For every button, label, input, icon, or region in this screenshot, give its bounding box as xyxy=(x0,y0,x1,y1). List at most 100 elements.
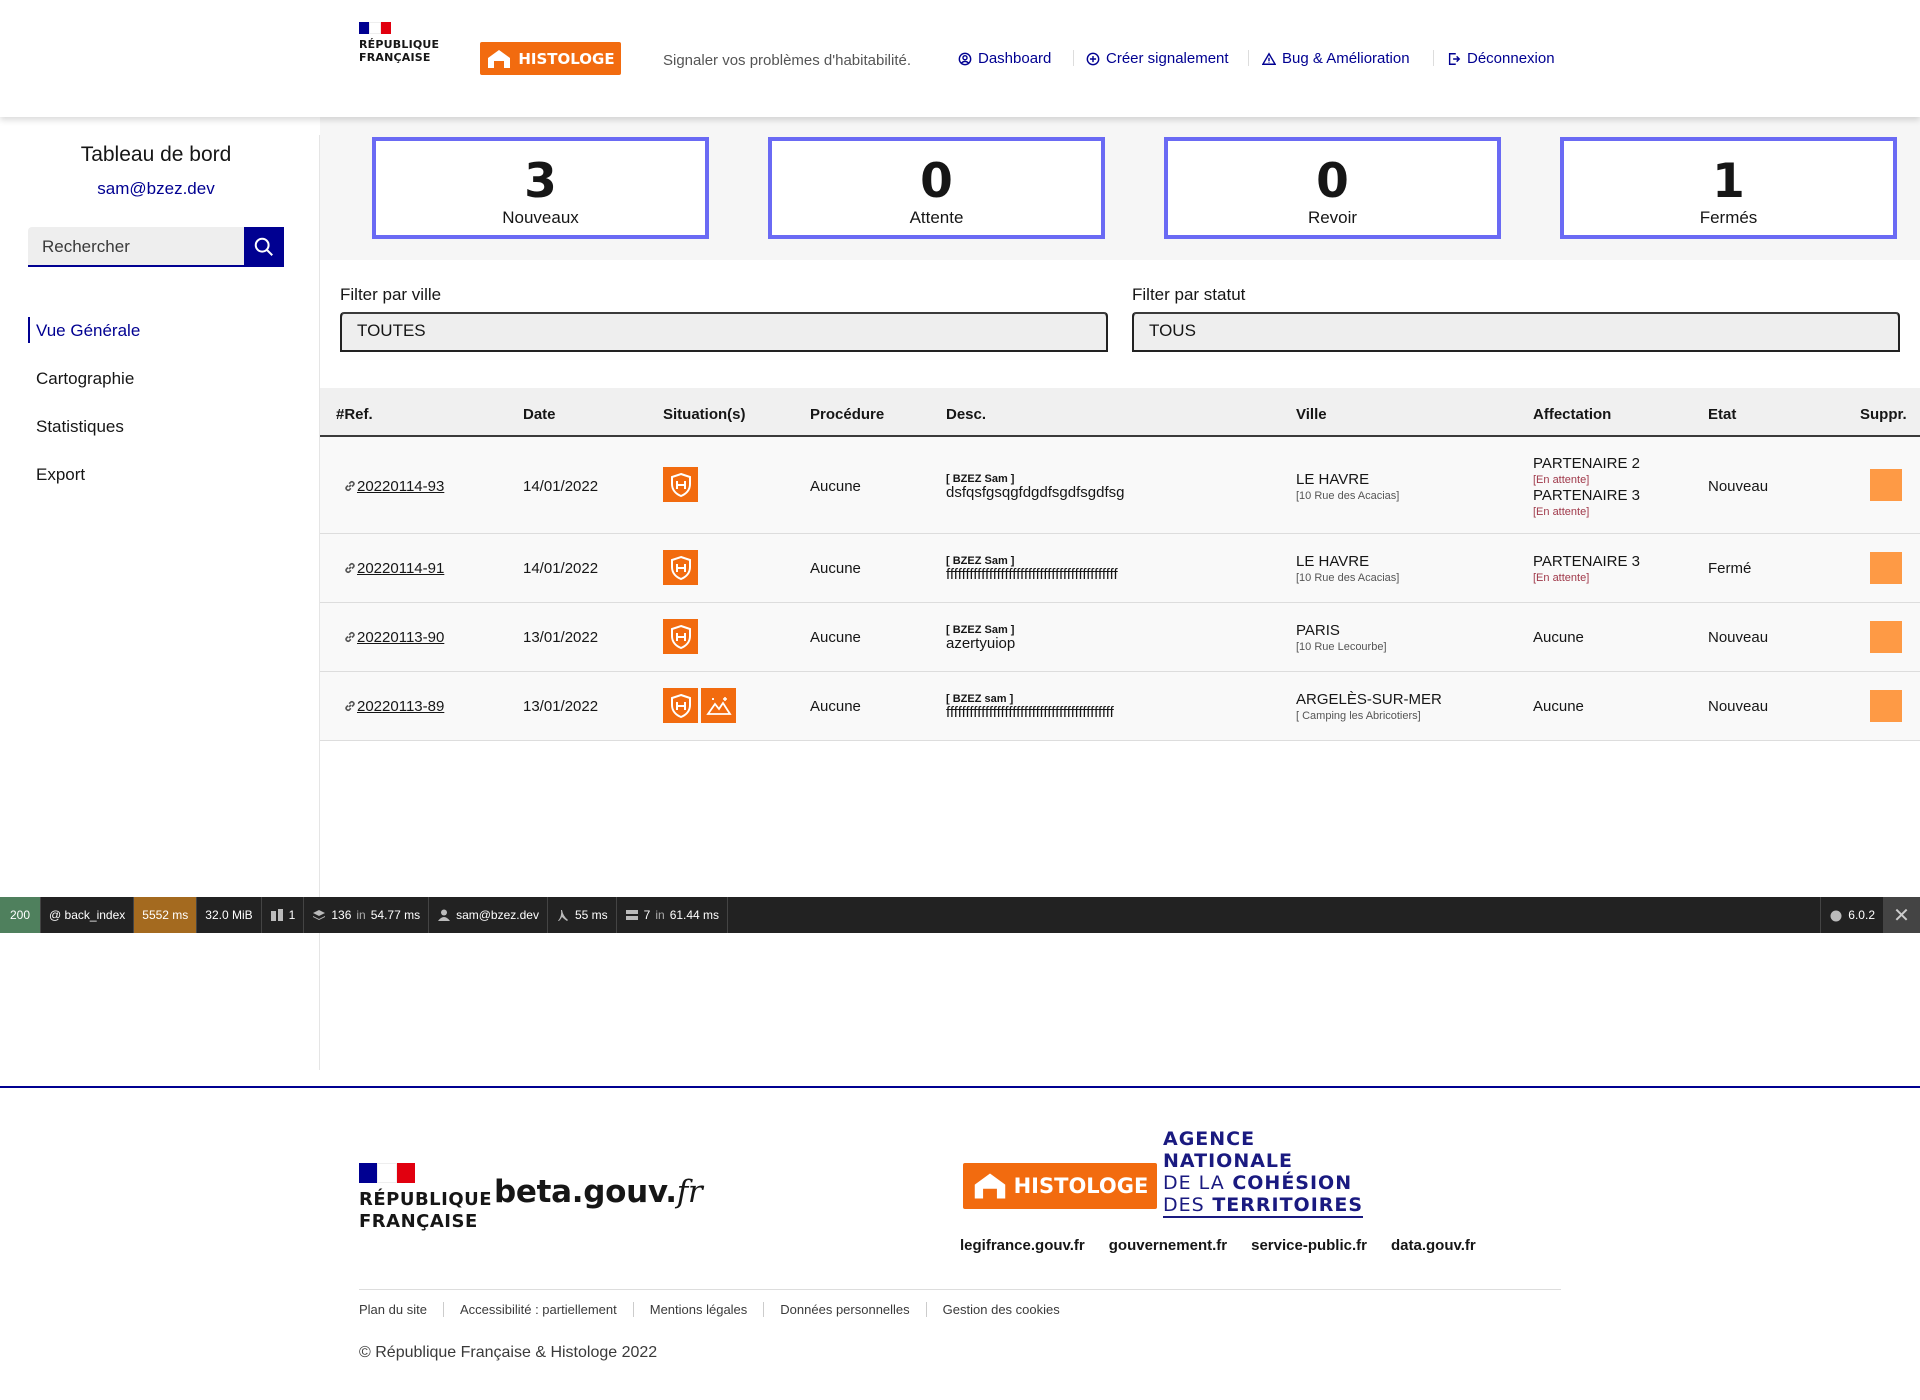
footer-histologe-logo[interactable]: HISTOLOGE xyxy=(963,1163,1157,1209)
footer-link-data-gouv[interactable]: data.gouv.fr xyxy=(1391,1237,1476,1254)
search-button[interactable] xyxy=(244,227,284,267)
row-etat: Nouveau xyxy=(1708,629,1769,646)
delete-button[interactable] xyxy=(1870,469,1902,501)
debug-status-code[interactable]: 200 xyxy=(0,897,42,933)
ref-text[interactable]: 20220113-89 xyxy=(357,698,444,715)
col-ref[interactable]: #Ref. xyxy=(336,406,373,423)
nav-bug-report[interactable]: Bug & Amélioration xyxy=(1262,50,1410,67)
col-date[interactable]: Date xyxy=(523,406,556,423)
nav-logout[interactable]: Déconnexion xyxy=(1447,50,1555,67)
row-date: 13/01/2022 xyxy=(523,629,599,646)
debug-symfony-version[interactable]: 6.0.2 xyxy=(1820,897,1884,933)
stat-card-revoir[interactable]: 0 Revoir xyxy=(1164,137,1501,239)
logout-icon xyxy=(1448,52,1461,65)
col-procedure: Procédure xyxy=(810,406,885,423)
sidebar-item-cartographie[interactable]: Cartographie xyxy=(28,361,140,409)
database-icon xyxy=(313,910,326,920)
signalements-table: #Ref. Date Situation(s) Procédure Desc. … xyxy=(320,388,1920,741)
footer-link-donnees-personnelles[interactable]: Données personnelles xyxy=(764,1302,927,1317)
row-affectation: Aucune xyxy=(1533,629,1584,646)
row-desc: [ BZEZ Sam ] fffffffffffffffffffffffffff… xyxy=(946,554,1118,582)
footer-link-service-public[interactable]: service-public.fr xyxy=(1251,1237,1367,1254)
footer-link-accessibilite[interactable]: Accessibilité : partiellement xyxy=(444,1302,634,1317)
row-situations xyxy=(663,467,701,502)
table-row[interactable]: 20220114-93 14/01/2022 Aucune [ BZEZ Sam… xyxy=(320,437,1920,534)
footer-link-gestion-cookies[interactable]: Gestion des cookies xyxy=(927,1302,1076,1317)
col-situations: Situation(s) xyxy=(663,406,746,423)
ref-link[interactable]: 20220113-90 xyxy=(344,629,444,646)
affectation-partner: PARTENAIRE 3 xyxy=(1533,487,1640,504)
filter-statut-select[interactable]: TOUS xyxy=(1132,312,1900,352)
ref-link[interactable]: 20220114-93 xyxy=(344,478,444,495)
symfony-debug-toolbar: 200 @ back_index 5552 ms 32.0 MiB 1 136 i… xyxy=(0,897,1920,933)
anct-logo[interactable]: AGENCE NATIONALE DE LA COHÉSION DES TERR… xyxy=(1163,1128,1364,1218)
debug-security[interactable]: sam@bzez.dev xyxy=(429,897,548,933)
add-circle-icon xyxy=(1086,52,1100,65)
stat-label: Nouveaux xyxy=(502,208,579,227)
stat-card-nouveaux[interactable]: 3 Nouveaux xyxy=(372,137,709,239)
desc-text: dsfqsfgsqgfdgdfsgdfsgdfsg xyxy=(946,484,1125,501)
histologe-logo[interactable]: HISTOLOGE xyxy=(480,42,621,75)
beta-gouv-logo[interactable]: beta.gouv.fr xyxy=(494,1174,703,1210)
ref-text[interactable]: 20220113-90 xyxy=(357,629,444,646)
nav-create-report-label: Créer signalement xyxy=(1106,50,1229,67)
debug-memory[interactable]: 32.0 MiB xyxy=(197,897,262,933)
delete-button[interactable] xyxy=(1870,690,1902,722)
row-etat: Nouveau xyxy=(1708,698,1769,715)
debug-in: in xyxy=(356,908,366,922)
table-row[interactable]: 20220113-89 13/01/2022 Aucune [ BZEZ sam… xyxy=(320,672,1920,741)
stat-card-attente[interactable]: 0 Attente xyxy=(768,137,1105,239)
link-icon xyxy=(345,701,355,711)
desc-text: ffffffffffffffffffffffffffffffffffffffff… xyxy=(946,566,1118,583)
sidebar-item-vue-generale[interactable]: Vue Générale xyxy=(28,313,140,361)
debug-doctrine[interactable]: 136 in 54.77 ms xyxy=(304,897,430,933)
nav-bug-report-label: Bug & Amélioration xyxy=(1282,50,1410,67)
row-procedure: Aucune xyxy=(810,629,861,646)
anct-line: NATIONALE xyxy=(1163,1150,1294,1172)
col-etat[interactable]: Etat xyxy=(1708,406,1736,423)
stat-label: Fermés xyxy=(1699,208,1758,227)
delete-button[interactable] xyxy=(1870,621,1902,653)
row-situations xyxy=(663,688,739,723)
filter-ville-select[interactable]: TOUTES xyxy=(340,312,1108,352)
debug-spacer xyxy=(728,897,1820,933)
ref-text[interactable]: 20220114-93 xyxy=(357,478,444,495)
ville-address: [10 Rue des Acacias] xyxy=(1296,490,1400,502)
delete-button[interactable] xyxy=(1870,552,1902,584)
house-icon xyxy=(974,1173,1005,1199)
nav-dashboard[interactable]: Dashboard xyxy=(958,50,1051,67)
sidebar-item-export[interactable]: Export xyxy=(28,457,140,505)
footer-republique-francaise-logo[interactable]: RÉPUBLIQUE FRANÇAISE xyxy=(359,1163,492,1233)
search-input[interactable]: Rechercher xyxy=(28,227,244,267)
debug-route[interactable]: @ back_index xyxy=(41,897,135,933)
ref-link[interactable]: 20220114-91 xyxy=(344,560,444,577)
ref-text[interactable]: 20220114-91 xyxy=(357,560,444,577)
debug-close-button[interactable]: ✕ xyxy=(1884,897,1920,933)
footer-link-legifrance[interactable]: legifrance.gouv.fr xyxy=(960,1237,1085,1254)
sidebar-item-statistiques[interactable]: Statistiques xyxy=(28,409,140,457)
row-affectation: Aucune xyxy=(1533,698,1584,715)
debug-request-time[interactable]: 5552 ms xyxy=(134,897,198,933)
debug-cache-time: 61.44 ms xyxy=(669,908,720,922)
col-ville[interactable]: Ville xyxy=(1296,406,1327,423)
ref-link[interactable]: 20220113-89 xyxy=(344,698,444,715)
debug-cache[interactable]: 7 in 61.44 ms xyxy=(617,897,729,933)
footer-link-mentions-legales[interactable]: Mentions légales xyxy=(634,1302,765,1317)
footer-rf-line2: FRANÇAISE xyxy=(359,1211,478,1232)
footer-link-gouvernement[interactable]: gouvernement.fr xyxy=(1109,1237,1227,1254)
nav-create-report[interactable]: Créer signalement xyxy=(1086,50,1229,67)
republique-francaise-logo[interactable]: RÉPUBLIQUE FRANÇAISE xyxy=(359,22,449,64)
link-icon xyxy=(345,632,355,642)
stat-value: 0 xyxy=(920,154,953,209)
anct-line: COHÉSION xyxy=(1232,1172,1353,1194)
debug-forms-count: 1 xyxy=(288,908,296,922)
stat-card-fermes[interactable]: 1 Fermés xyxy=(1560,137,1897,239)
footer-link-plan-du-site[interactable]: Plan du site xyxy=(359,1302,444,1317)
cache-icon xyxy=(625,910,638,920)
debug-forms[interactable]: 1 xyxy=(262,897,305,933)
table-row[interactable]: 20220113-90 13/01/2022 Aucune [ BZEZ Sam… xyxy=(320,603,1920,672)
table-row[interactable]: 20220114-91 14/01/2022 Aucune [ BZEZ Sam… xyxy=(320,534,1920,603)
user-icon xyxy=(438,909,451,921)
debug-twig[interactable]: 55 ms xyxy=(548,897,617,933)
row-ville: LE HAVRE [10 Rue des Acacias] xyxy=(1296,554,1399,586)
